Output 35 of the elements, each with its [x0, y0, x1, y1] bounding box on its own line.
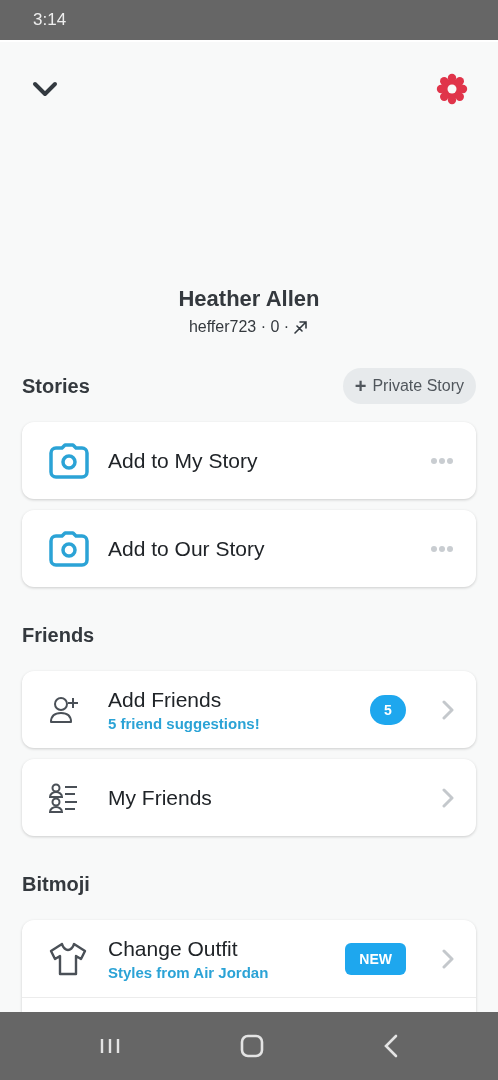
chevron-right-icon	[442, 787, 454, 808]
item-subtitle: 5 friend suggestions!	[108, 714, 261, 732]
list-card[interactable]: Add to Our Story	[22, 510, 476, 587]
recent-apps-icon[interactable]	[99, 1037, 122, 1055]
section-title: Bitmoji	[22, 872, 90, 896]
profile-name: Heather Allen	[177, 285, 321, 313]
private-story-button[interactable]: + Private Story	[342, 368, 476, 404]
item-title: Add to My Story	[108, 448, 259, 473]
item-title: Add Friends	[108, 687, 223, 712]
add-person-icon	[48, 694, 80, 725]
section-title: Stories	[22, 374, 90, 398]
list-card[interactable]: My Friends	[22, 759, 476, 836]
item-title: My Friends	[108, 785, 213, 810]
t-shirt-icon	[48, 940, 88, 977]
count-badge: 5	[370, 694, 406, 725]
item-subtitle: Styles from Air Jordan	[108, 963, 270, 981]
list-card[interactable]: Add to My Story	[22, 422, 476, 499]
item-title: Change Outfit	[108, 936, 239, 961]
new-badge: NEW	[345, 942, 406, 975]
back-icon[interactable]	[382, 1034, 399, 1058]
camera-icon	[48, 441, 90, 480]
zodiac-arrow-icon	[293, 319, 310, 335]
home-icon[interactable]	[240, 1034, 264, 1058]
settings-icon[interactable]	[436, 73, 468, 105]
clock-time: 3:14	[33, 10, 67, 30]
profile-handle: heffer723 · 0 ·	[188, 317, 290, 337]
camera-icon	[48, 529, 90, 568]
section-title: Friends	[22, 623, 95, 647]
list-card[interactable]: Add Friends 5 friend suggestions! 5	[22, 671, 476, 748]
chevron-right-icon	[442, 948, 454, 969]
people-list-icon	[48, 781, 80, 814]
item-title: Add to Our Story	[108, 536, 266, 561]
chevron-down-icon[interactable]	[32, 81, 58, 97]
list-card[interactable]: Change Outfit Styles from Air Jordan NEW	[22, 920, 476, 1012]
chevron-right-icon	[442, 699, 454, 720]
